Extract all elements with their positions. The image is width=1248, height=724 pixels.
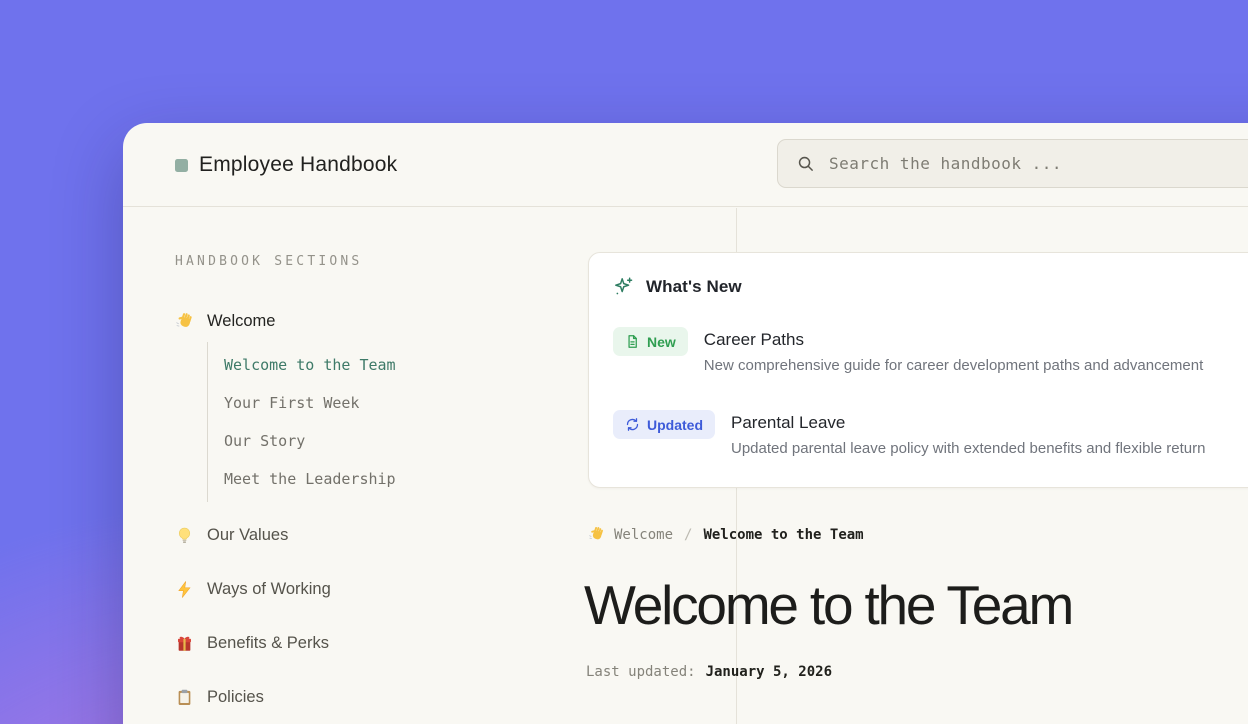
sidebar-item-welcome[interactable]: Welcome: [175, 310, 505, 332]
whats-new-title: What's New: [646, 277, 742, 297]
sidebar-item-our-values[interactable]: Our Values: [175, 524, 505, 546]
whats-new-item-parental-leave[interactable]: Updated Parental Leave Updated parental …: [613, 410, 1248, 457]
badge-label: New: [647, 334, 676, 350]
waving-hand-icon: [175, 312, 194, 331]
last-updated-label: Last updated:: [586, 664, 696, 680]
sidebar-item-label: Ways of Working: [207, 580, 331, 599]
sidebar-nav: Welcome Welcome to the Team Your First W…: [175, 310, 505, 708]
sidebar-section-label: HANDBOOK SECTIONS: [175, 254, 362, 269]
whats-new-item-title: Career Paths: [704, 330, 1203, 350]
gift-icon: [175, 634, 194, 653]
new-badge: New: [613, 327, 688, 356]
whats-new-item-text: Parental Leave Updated parental leave po…: [731, 410, 1205, 457]
sidebar-subitem-meet-the-leadership[interactable]: Meet the Leadership: [224, 460, 505, 498]
breadcrumb-section[interactable]: Welcome: [614, 527, 673, 543]
search-placeholder: Search the handbook ...: [829, 154, 1062, 173]
last-updated-value: January 5, 2026: [706, 664, 832, 680]
sidebar-item-ways-of-working[interactable]: Ways of Working: [175, 578, 505, 600]
app-header: Employee Handbook Search the handbook ..…: [123, 123, 1248, 207]
sidebar-subitem-our-story[interactable]: Our Story: [224, 422, 505, 460]
app-title: Employee Handbook: [199, 153, 397, 177]
whats-new-item-career-paths[interactable]: New Career Paths New comprehensive guide…: [613, 327, 1248, 374]
search-icon: [796, 154, 815, 173]
refresh-icon: [625, 417, 640, 432]
brand[interactable]: Employee Handbook: [175, 123, 397, 207]
search-input[interactable]: Search the handbook ...: [777, 139, 1248, 188]
sidebar-item-policies[interactable]: Policies: [175, 686, 505, 708]
breadcrumb-separator: /: [684, 527, 692, 543]
sidebar-subitem-your-first-week[interactable]: Your First Week: [224, 384, 505, 422]
whats-new-header: What's New: [613, 276, 1248, 297]
sidebar-subitem-welcome-to-the-team[interactable]: Welcome to the Team: [224, 346, 505, 384]
whats-new-item-title: Parental Leave: [731, 413, 1205, 433]
sidebar-item-label: Welcome: [207, 312, 275, 331]
badge-label: Updated: [647, 417, 703, 433]
sidebar-item-label: Our Values: [207, 526, 288, 545]
page-title: Welcome to the Team: [584, 575, 1072, 636]
whats-new-item-description: New comprehensive guide for career devel…: [704, 357, 1203, 374]
clipboard-icon: [175, 688, 194, 707]
sidebar-item-label: Benefits & Perks: [207, 634, 329, 653]
logo-mark-icon: [175, 159, 188, 172]
whats-new-card: What's New New Career Paths New comprehe…: [588, 252, 1248, 488]
app-window: Employee Handbook Search the handbook ..…: [123, 123, 1248, 724]
updated-badge: Updated: [613, 410, 715, 439]
sidebar-sublist-welcome: Welcome to the Team Your First Week Our …: [207, 342, 505, 502]
whats-new-item-description: Updated parental leave policy with exten…: [731, 440, 1205, 457]
lightbulb-icon: [175, 526, 194, 545]
document-icon: [625, 334, 640, 349]
breadcrumb-current-page: Welcome to the Team: [703, 527, 863, 543]
waving-hand-icon: [588, 526, 605, 543]
last-updated: Last updated: January 5, 2026: [586, 664, 832, 680]
sparkles-icon: [613, 276, 634, 297]
sidebar-item-label: Policies: [207, 688, 264, 707]
sidebar-item-benefits-perks[interactable]: Benefits & Perks: [175, 632, 505, 654]
lightning-icon: [175, 580, 194, 599]
whats-new-item-text: Career Paths New comprehensive guide for…: [704, 327, 1203, 374]
breadcrumb: Welcome / Welcome to the Team: [588, 526, 864, 543]
